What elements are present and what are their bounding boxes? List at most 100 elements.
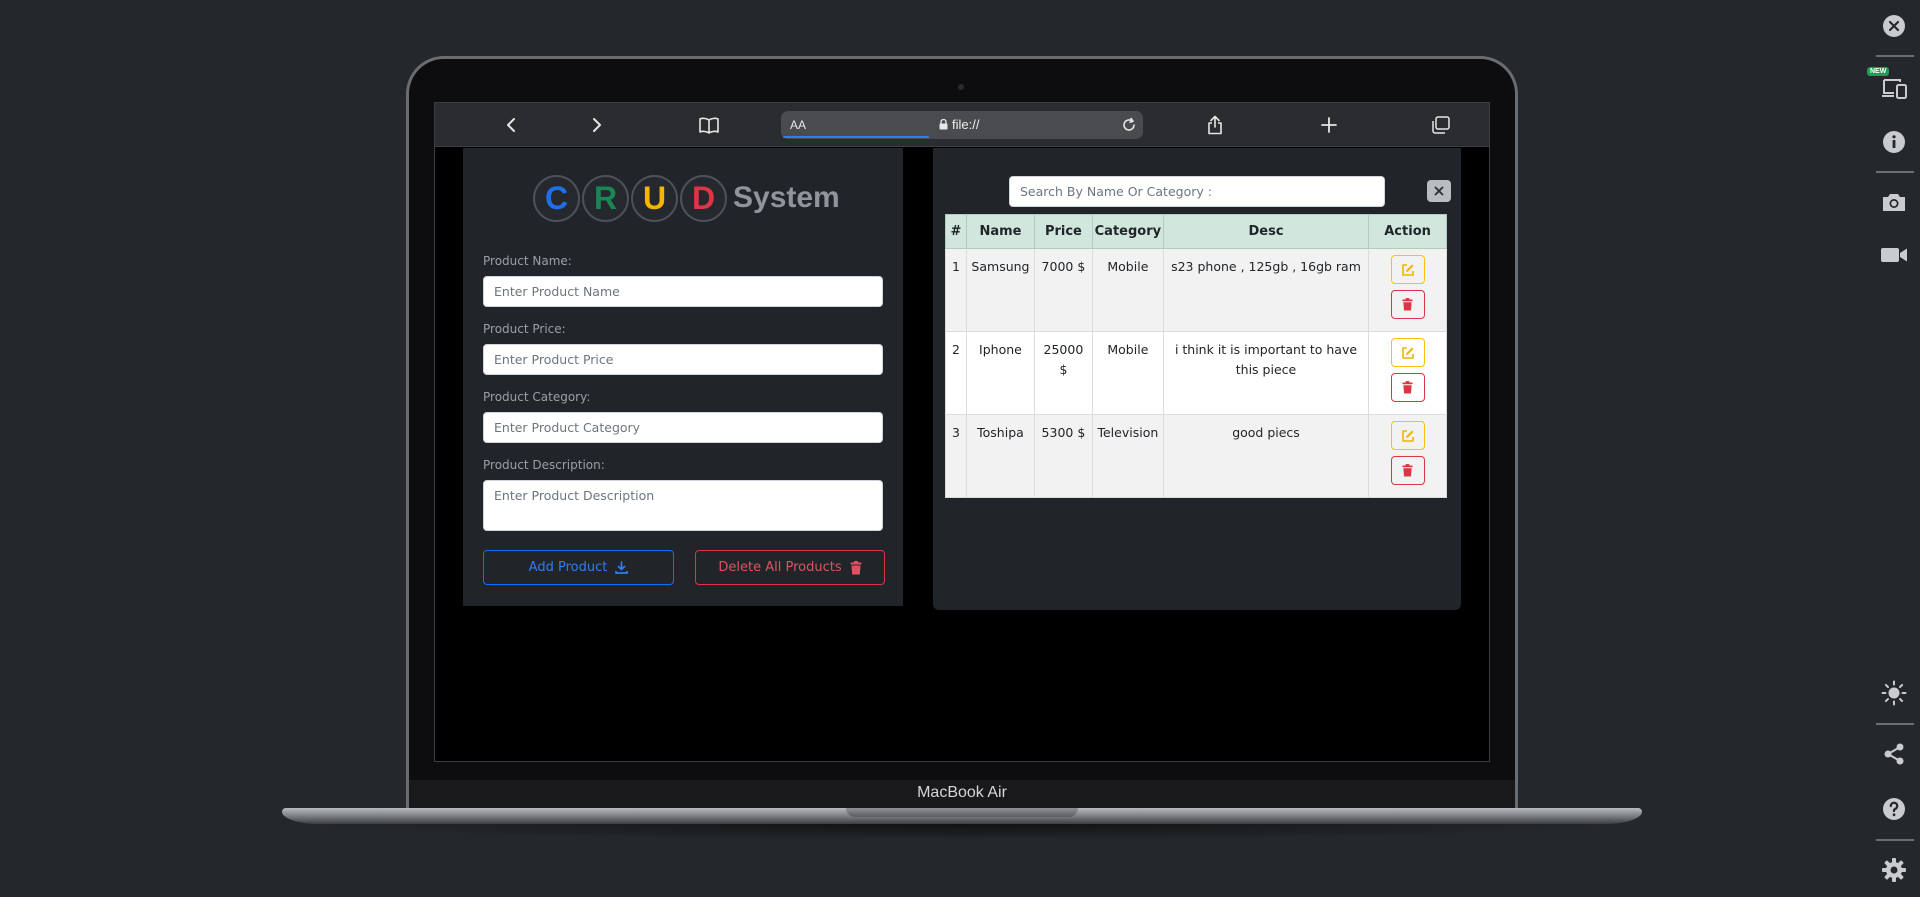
- table-row: 2 Iphone 25000 $ Mobile i think it is im…: [945, 331, 1447, 415]
- logo-letter-r: R: [582, 174, 629, 222]
- delete-all-products-button[interactable]: Delete All Products: [695, 550, 885, 585]
- url-display: file://: [939, 117, 979, 132]
- product-category-label: Product Category:: [483, 390, 591, 404]
- share-preview-button[interactable]: [1880, 740, 1908, 768]
- plus-icon: [1321, 117, 1337, 133]
- cell-price: 5300 $: [1033, 414, 1093, 498]
- devices-icon: [1882, 79, 1907, 99]
- close-circle-icon: [1883, 15, 1905, 37]
- url-text: file://: [952, 117, 980, 132]
- search-input[interactable]: [1009, 176, 1385, 207]
- back-button[interactable]: [497, 111, 525, 139]
- edit-button[interactable]: [1390, 421, 1425, 450]
- device-model-label: MacBook Air: [917, 784, 1007, 801]
- cell-price: 25000 $: [1033, 331, 1093, 415]
- gear-icon: [1882, 858, 1906, 882]
- edit-icon: [1401, 429, 1414, 442]
- record-video-button[interactable]: [1880, 241, 1908, 269]
- add-product-label: Add Product: [528, 560, 608, 575]
- trash-icon: [850, 560, 862, 574]
- product-name-input[interactable]: [483, 276, 883, 307]
- close-simulator-button[interactable]: [1880, 12, 1908, 40]
- theme-toggle-button[interactable]: [1880, 679, 1908, 707]
- delete-button[interactable]: [1390, 290, 1425, 319]
- cell-category: Mobile: [1091, 331, 1164, 415]
- camera-dot: [958, 84, 964, 90]
- help-button[interactable]: [1880, 795, 1908, 823]
- camera-icon: [1883, 194, 1905, 211]
- info-button[interactable]: [1880, 128, 1908, 156]
- clear-search-button[interactable]: [1427, 180, 1451, 202]
- tabs-icon: [1432, 116, 1450, 134]
- cell-index: 3: [945, 414, 967, 498]
- edit-icon: [1401, 263, 1414, 276]
- cell-actions: [1368, 414, 1447, 498]
- trash-icon: [1402, 464, 1413, 477]
- cell-index: 2: [945, 331, 967, 415]
- info-icon: [1883, 131, 1905, 153]
- trash-icon: [1402, 381, 1413, 394]
- products-table: # Name Price Category Desc Action 1 Sams…: [945, 214, 1447, 498]
- cell-actions: [1368, 331, 1447, 415]
- edit-button[interactable]: [1390, 255, 1425, 284]
- lock-icon: [939, 119, 948, 130]
- chevron-left-icon: [507, 118, 515, 132]
- browser-toolbar: AA file://: [435, 103, 1489, 147]
- tabs-overview-button[interactable]: [1427, 111, 1455, 139]
- cell-desc: s23 phone , 125gb , 16gb ram: [1162, 248, 1370, 332]
- table-row: 1 Samsung 7000 $ Mobile s23 phone , 125g…: [945, 248, 1447, 332]
- download-icon: [615, 561, 629, 574]
- share-nodes-icon: [1884, 743, 1904, 765]
- products-table-panel: # Name Price Category Desc Action 1 Sams…: [933, 148, 1461, 610]
- video-camera-icon: [1881, 248, 1907, 262]
- address-bar[interactable]: AA file://: [781, 111, 1143, 139]
- screenshot-button[interactable]: [1880, 188, 1908, 216]
- device-switch-button[interactable]: [1880, 74, 1908, 102]
- header-name: Name: [965, 214, 1035, 249]
- header-category: Category: [1091, 214, 1164, 249]
- table-header-row: # Name Price Category Desc Action: [945, 214, 1447, 249]
- logo-letter-u: U: [631, 174, 678, 222]
- share-icon: [1208, 115, 1222, 135]
- settings-button[interactable]: [1880, 856, 1908, 884]
- header-action: Action: [1368, 214, 1447, 249]
- edit-icon: [1401, 346, 1414, 359]
- device-screen: AA file:// C R U D System Product Name: …: [434, 102, 1490, 762]
- trash-icon: [1402, 298, 1413, 311]
- delete-button[interactable]: [1390, 373, 1425, 402]
- sun-icon: [1881, 680, 1907, 706]
- header-price: Price: [1033, 214, 1093, 249]
- share-button[interactable]: [1201, 111, 1229, 139]
- delete-button[interactable]: [1390, 456, 1425, 485]
- header-desc: Desc: [1162, 214, 1370, 249]
- product-price-input[interactable]: [483, 344, 883, 375]
- chevron-right-icon: [593, 118, 601, 132]
- cell-name: Samsung: [965, 248, 1035, 332]
- close-icon: [1434, 186, 1444, 196]
- product-description-label: Product Description:: [483, 458, 605, 472]
- edit-button[interactable]: [1390, 338, 1425, 367]
- bookmarks-button[interactable]: [695, 111, 723, 139]
- add-product-button[interactable]: Add Product: [483, 550, 674, 585]
- sidebar-divider: [1876, 171, 1914, 173]
- laptop-shadow: [300, 824, 1624, 840]
- forward-button[interactable]: [583, 111, 611, 139]
- text-size-button[interactable]: AA: [790, 118, 806, 132]
- reload-icon[interactable]: [1121, 117, 1137, 133]
- product-category-input[interactable]: [483, 412, 883, 443]
- web-page: C R U D System Product Name: Product Pri…: [435, 148, 1489, 761]
- product-form-panel: C R U D System Product Name: Product Pri…: [463, 148, 903, 606]
- sidebar-divider: [1876, 839, 1914, 841]
- help-icon: [1883, 798, 1905, 820]
- cell-desc: i think it is important to have this pie…: [1162, 331, 1370, 415]
- book-icon: [699, 117, 719, 134]
- new-tab-button[interactable]: [1315, 111, 1343, 139]
- delete-all-label: Delete All Products: [718, 560, 842, 575]
- cell-desc: good piecs: [1162, 414, 1370, 498]
- cell-actions: [1368, 248, 1447, 332]
- header-index: #: [945, 214, 967, 249]
- sidebar-divider: [1876, 723, 1914, 725]
- logo-letter-c: C: [533, 174, 580, 222]
- product-description-input[interactable]: [483, 480, 883, 531]
- table-row: 3 Toshipa 5300 $ Television good piecs: [945, 414, 1447, 498]
